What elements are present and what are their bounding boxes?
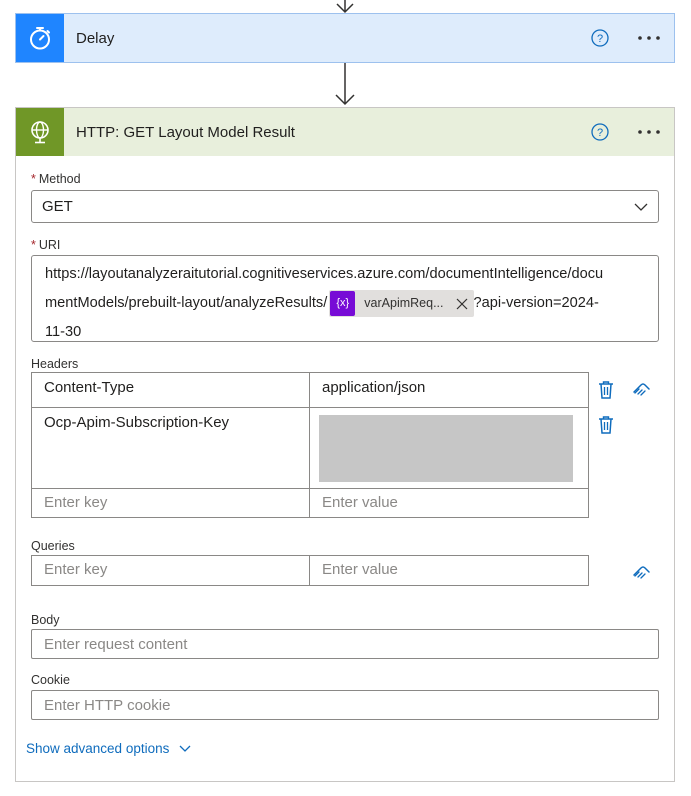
help-button[interactable]: ? xyxy=(588,120,612,144)
variable-token[interactable]: {x} varApimReq... xyxy=(329,290,474,317)
queries-table: Enter key Enter value xyxy=(31,555,589,586)
method-value: GET xyxy=(42,198,73,215)
delete-icon[interactable] xyxy=(597,415,615,435)
help-icon: ? xyxy=(591,29,609,47)
chevron-down-icon xyxy=(634,203,648,211)
advanced-options-label: Show advanced options xyxy=(26,741,170,756)
header-value-cell[interactable]: application/json xyxy=(310,373,588,407)
headers-table: Content-Type application/json Ocp-Apim-S… xyxy=(31,372,589,518)
required-indicator: * xyxy=(31,172,36,186)
uri-input[interactable]: https://layoutanalyzeraitutorial.cogniti… xyxy=(31,255,659,342)
chevron-down-icon xyxy=(179,745,191,752)
header-key-cell[interactable]: Content-Type xyxy=(32,373,309,407)
variable-token-label: varApimReq... xyxy=(364,296,444,310)
show-advanced-options-link[interactable]: Show advanced options xyxy=(26,741,191,756)
query-key-input[interactable]: Enter key xyxy=(32,556,309,585)
more-options-button[interactable] xyxy=(634,26,664,50)
http-icon-box xyxy=(16,108,64,156)
delete-icon[interactable] xyxy=(597,380,615,400)
required-indicator: * xyxy=(31,238,36,252)
globe-icon xyxy=(31,121,49,144)
uri-line-2: mentModels/prebuilt-layout/analyzeResult… xyxy=(45,289,658,318)
body-input[interactable]: Enter request content xyxy=(31,629,659,659)
svg-text:?: ? xyxy=(597,33,603,45)
stopwatch-icon xyxy=(30,27,50,50)
help-icon: ? xyxy=(591,123,609,141)
switch-to-text-mode-icon[interactable] xyxy=(632,564,652,580)
uri-label: * URI xyxy=(31,238,61,252)
uri-line-3: 11-30 xyxy=(45,324,82,340)
uri-query: ?api-version=2024- xyxy=(473,295,599,311)
help-button[interactable]: ? xyxy=(588,26,612,50)
http-card-header[interactable]: HTTP: GET Layout Model Result ? xyxy=(15,107,675,156)
method-dropdown[interactable]: GET xyxy=(31,190,659,223)
delay-icon-box xyxy=(16,14,64,62)
query-value-input[interactable]: Enter value xyxy=(310,556,588,585)
connector-arrow-middle xyxy=(335,63,355,106)
cookie-label: Cookie xyxy=(31,673,70,687)
connector-arrow-top xyxy=(336,0,354,14)
queries-label: Queries xyxy=(31,539,75,553)
cookie-input[interactable]: Enter HTTP cookie xyxy=(31,690,659,720)
uri-path: mentModels/prebuilt-layout/analyzeResult… xyxy=(45,295,328,311)
switch-to-text-mode-icon[interactable] xyxy=(632,381,652,397)
delay-card[interactable]: Delay ? xyxy=(15,13,675,63)
uri-line-1: https://layoutanalyzeraitutorial.cogniti… xyxy=(45,266,604,282)
headers-label: Headers xyxy=(31,357,79,371)
http-title: HTTP: GET Layout Model Result xyxy=(76,123,295,141)
header-value-input[interactable]: Enter value xyxy=(310,489,588,518)
more-options-icon xyxy=(638,36,660,40)
more-options-icon xyxy=(638,130,660,134)
close-icon[interactable] xyxy=(456,298,468,310)
header-key-cell[interactable]: Ocp-Apim-Subscription-Key xyxy=(32,408,309,488)
more-options-button[interactable] xyxy=(634,120,664,144)
svg-text:?: ? xyxy=(597,127,603,139)
redacted-value-block[interactable] xyxy=(319,415,573,482)
header-key-input[interactable]: Enter key xyxy=(32,489,309,518)
method-label: * Method xyxy=(31,172,81,186)
variable-icon: {x} xyxy=(330,291,356,316)
delay-title: Delay xyxy=(76,29,115,47)
body-label: Body xyxy=(31,613,60,627)
